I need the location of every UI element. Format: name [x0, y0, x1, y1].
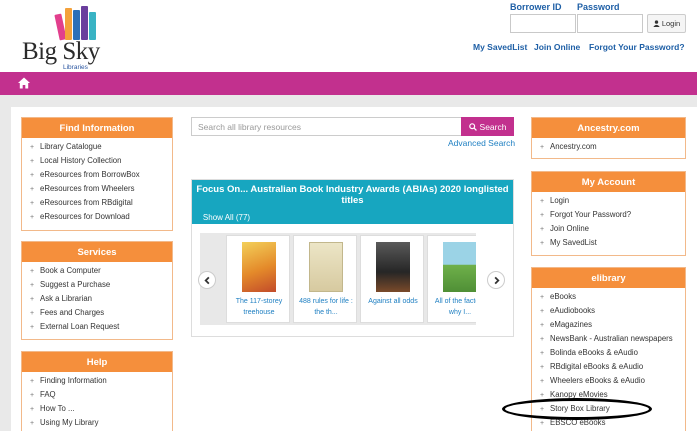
- search-button-label: Search: [479, 121, 507, 132]
- account-item[interactable]: + My SavedList: [540, 236, 685, 250]
- help-item[interactable]: + How To ...: [30, 402, 172, 416]
- account-item[interactable]: + Forgot Your Password?: [540, 208, 685, 222]
- ancestry-panel: Ancestry.com + Ancestry.com: [531, 117, 686, 159]
- search-button[interactable]: Search: [461, 117, 514, 136]
- book-caption[interactable]: 488 rules for life : the th...: [296, 296, 356, 318]
- ancestry-title: Ancestry.com: [532, 118, 685, 138]
- logo-subtitle: Libraries: [63, 64, 88, 71]
- account-item[interactable]: + Join Online: [540, 222, 685, 236]
- find-info-item[interactable]: + eResources for Download: [30, 210, 172, 224]
- book-card[interactable]: The 117-storey treehouse: [226, 235, 290, 323]
- join-online-link[interactable]: Join Online: [534, 42, 580, 52]
- book-caption[interactable]: The 117-storey treehouse: [229, 296, 289, 318]
- book-caption[interactable]: Against all odds: [363, 296, 423, 307]
- elibrary-item[interactable]: + eMagazines: [540, 318, 685, 332]
- login-button[interactable]: Login: [647, 14, 686, 33]
- search-input[interactable]: Search all library resources: [191, 117, 462, 136]
- logo-books-graphic: [52, 4, 102, 41]
- ancestry-item[interactable]: + Ancestry.com: [540, 140, 685, 154]
- borrower-id-label: Borrower ID: [510, 2, 562, 12]
- book-card[interactable]: 488 rules for life : the th...: [293, 235, 357, 323]
- find-info-item[interactable]: + Library Catalogue: [30, 140, 172, 154]
- focus-on-panel: Focus On... Australian Book Industry Awa…: [191, 179, 514, 337]
- elibrary-item[interactable]: + Bolinda eBooks & eAudio: [540, 346, 685, 360]
- help-item[interactable]: + Finding Information: [30, 374, 172, 388]
- find-info-item[interactable]: + eResources from BorrowBox: [30, 168, 172, 182]
- help-title: Help: [22, 352, 172, 372]
- chevron-left-icon: [203, 276, 209, 284]
- site-header: Big Sky Libraries Borrower ID Password L…: [0, 0, 697, 72]
- elibrary-item[interactable]: + eBooks: [540, 290, 685, 304]
- account-item[interactable]: + Login: [540, 194, 685, 208]
- highlight-annotation-oval: [502, 398, 652, 420]
- elibrary-item[interactable]: + RBdigital eBooks & eAudio: [540, 360, 685, 374]
- big-sky-logo[interactable]: Big Sky Libraries: [22, 2, 117, 72]
- find-info-item[interactable]: + Local History Collection: [30, 154, 172, 168]
- logo-title: Big Sky: [22, 38, 100, 65]
- main-nav-bar: [0, 72, 697, 95]
- my-account-panel: My Account + Login + Forgot Your Password?…: [531, 171, 686, 256]
- services-item[interactable]: + Fees and Charges: [30, 306, 172, 320]
- user-icon: [653, 20, 660, 27]
- book-card[interactable]: All of the factors why I...: [427, 235, 476, 323]
- find-information-panel: Find Information + Library Catalogue + Loc…: [21, 117, 173, 231]
- my-savedlist-link[interactable]: My SavedList: [473, 42, 527, 52]
- focus-on-title: Focus On... Australian Book Industry Awa…: [192, 180, 513, 208]
- book-cover: [242, 242, 276, 292]
- help-panel: Help + Finding Information + FAQ + How To .…: [21, 351, 173, 431]
- services-item[interactable]: + Suggest a Purchase: [30, 278, 172, 292]
- book-cover: [376, 242, 410, 292]
- elibrary-item[interactable]: + NewsBank - Australian newspapers: [540, 332, 685, 346]
- search-icon: [468, 122, 477, 131]
- help-item[interactable]: + FAQ: [30, 388, 172, 402]
- services-item[interactable]: + Book a Computer: [30, 264, 172, 278]
- services-item[interactable]: + Ask a Librarian: [30, 292, 172, 306]
- find-information-title: Find Information: [22, 118, 172, 138]
- login-label: Login: [661, 19, 681, 28]
- book-card[interactable]: Against all odds: [360, 235, 424, 323]
- elibrary-item[interactable]: + eAudiobooks: [540, 304, 685, 318]
- carousel-next-button[interactable]: [487, 271, 505, 289]
- home-icon[interactable]: [17, 76, 31, 90]
- chevron-right-icon: [494, 276, 500, 284]
- carousel-prev-button[interactable]: [198, 271, 216, 289]
- book-carousel: The 117-storey treehouse 488 rules for l…: [200, 233, 476, 325]
- book-caption[interactable]: All of the factors why I...: [430, 296, 476, 318]
- elibrary-title: elibrary: [532, 268, 685, 288]
- password-input[interactable]: [577, 14, 643, 33]
- borrower-id-input[interactable]: [510, 14, 576, 33]
- my-account-title: My Account: [532, 172, 685, 192]
- show-all-button[interactable]: Show All (77): [192, 210, 261, 224]
- services-panel: Services + Book a Computer + Suggest a Pur…: [21, 241, 173, 340]
- find-info-item[interactable]: + eResources from RBdigital: [30, 196, 172, 210]
- password-label: Password: [577, 2, 620, 12]
- services-item[interactable]: + External Loan Request: [30, 320, 172, 334]
- find-info-item[interactable]: + eResources from Wheelers: [30, 182, 172, 196]
- services-title: Services: [22, 242, 172, 262]
- forgot-password-link[interactable]: Forgot Your Password?: [589, 42, 685, 52]
- book-cover: [309, 242, 343, 292]
- elibrary-item[interactable]: + Wheelers eBooks & eAudio: [540, 374, 685, 388]
- advanced-search-link[interactable]: Advanced Search: [448, 138, 515, 148]
- help-item[interactable]: + Using My Library: [30, 416, 172, 430]
- book-cover: [443, 242, 476, 292]
